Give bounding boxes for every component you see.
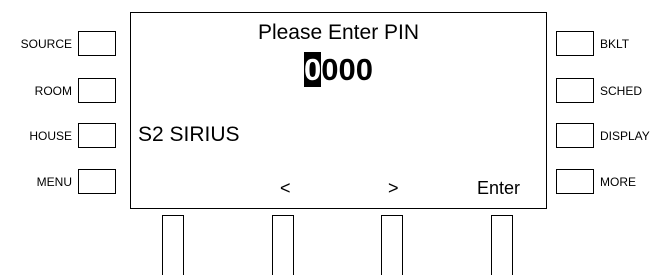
bklt-label: BKLT xyxy=(600,37,630,51)
current-source: S2 SIRIUS xyxy=(138,123,240,146)
softkey-left-button[interactable] xyxy=(272,215,294,275)
screen-title: Please Enter PIN xyxy=(257,21,420,44)
display-button[interactable] xyxy=(556,123,594,148)
menu-label: MENU xyxy=(36,175,72,189)
softkey-left-label: < xyxy=(280,178,291,198)
more-label: MORE xyxy=(600,175,636,189)
softkey-enter-label: Enter xyxy=(477,178,521,198)
house-button[interactable] xyxy=(78,123,116,148)
pin-remaining-digits: 000 xyxy=(321,52,373,87)
softkey-1-button[interactable] xyxy=(162,215,184,275)
source-button[interactable] xyxy=(78,31,116,56)
sched-label: SCHED xyxy=(600,84,643,98)
sched-button[interactable] xyxy=(556,78,594,103)
menu-button[interactable] xyxy=(78,169,116,194)
room-label: ROOM xyxy=(34,84,72,98)
softkey-enter-button[interactable] xyxy=(491,215,513,275)
softkey-right-label: > xyxy=(388,178,399,198)
more-button[interactable] xyxy=(556,169,594,194)
lcd-screen: Please Enter PIN 0000 S2 SIRIUS < > Ente… xyxy=(130,12,547,209)
bklt-button[interactable] xyxy=(556,31,594,56)
display-label: DISPLAY xyxy=(600,129,650,143)
softkey-right-button[interactable] xyxy=(381,215,403,275)
house-label: HOUSE xyxy=(29,129,72,143)
source-label: SOURCE xyxy=(20,37,72,51)
pin-display: 0000 xyxy=(131,52,546,88)
pin-cursor-digit: 0 xyxy=(304,52,322,87)
room-button[interactable] xyxy=(78,78,116,103)
